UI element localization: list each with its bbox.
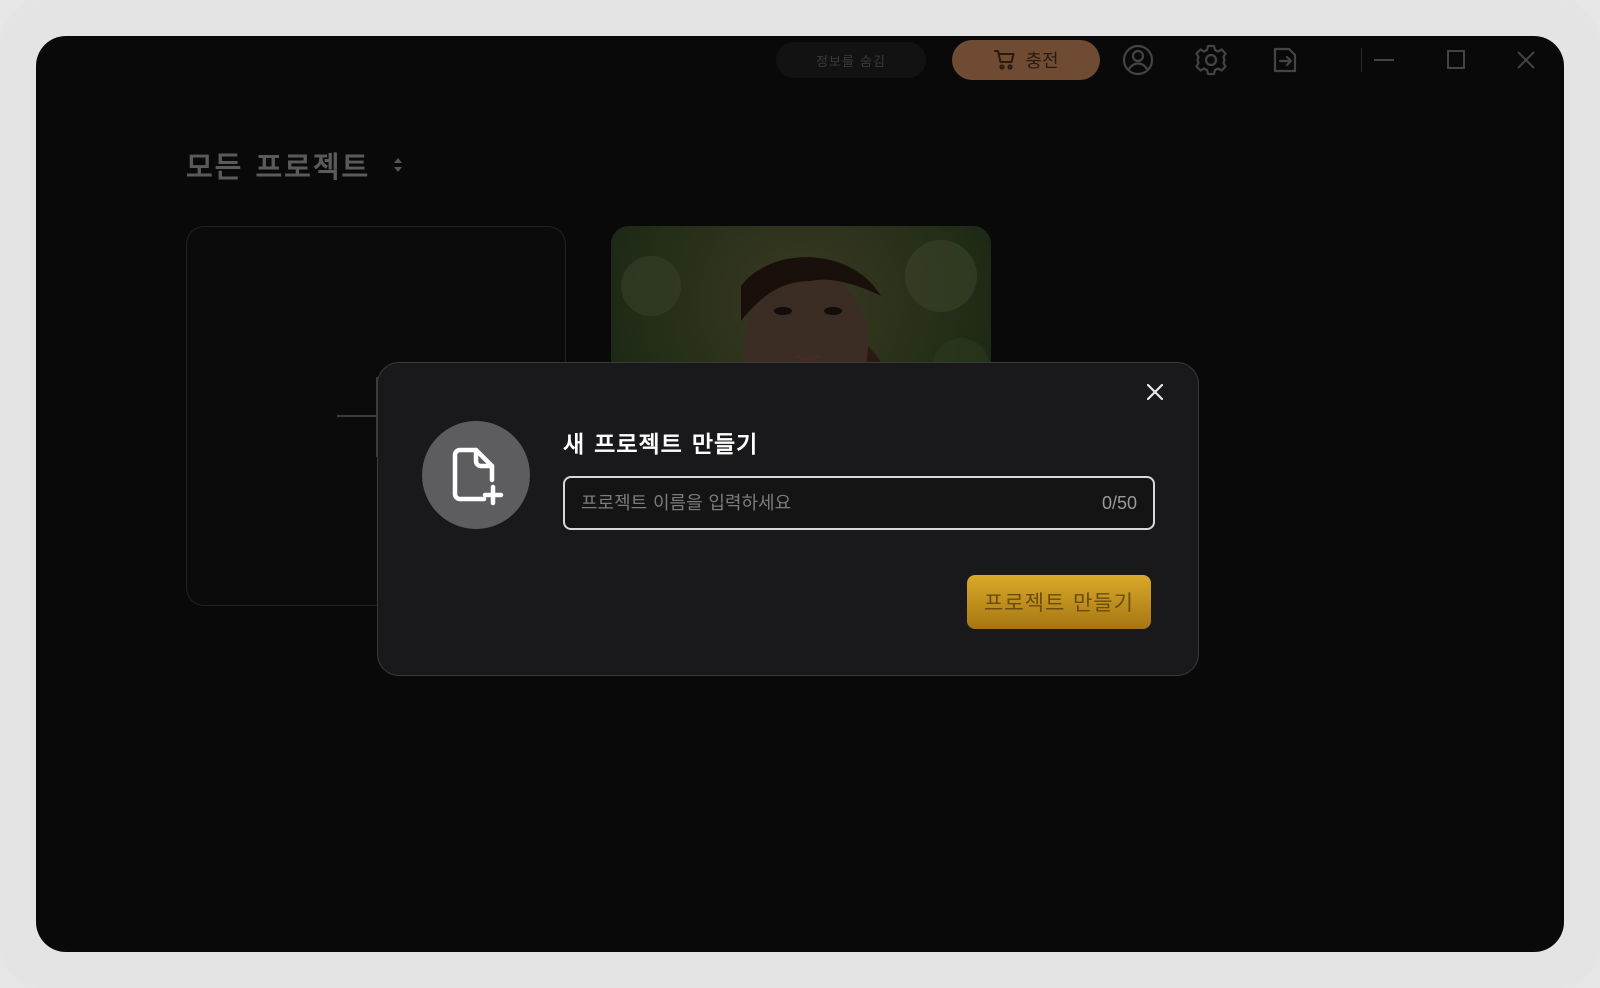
new-file-icon (452, 447, 504, 506)
all-projects-sort[interactable]: 모든 프로젝트 (186, 144, 404, 186)
app-window: 정보를 숨김 충전 모든 프로젝트 새 프로젝트 만들기 프로젝트 이름을 입력… (36, 36, 1564, 952)
create-project-button[interactable]: 프로젝트 만들기 (967, 575, 1151, 629)
new-file-badge (422, 421, 530, 529)
dialog-close-button[interactable] (1140, 377, 1170, 407)
dialog-title: 새 프로젝트 만들기 (563, 432, 759, 458)
settings-button[interactable] (1193, 42, 1229, 78)
account-icon (1122, 44, 1154, 76)
charge-button[interactable]: 충전 (952, 40, 1100, 80)
maximize-icon (1447, 50, 1465, 69)
close-icon (1517, 51, 1535, 69)
minimize-button[interactable] (1366, 42, 1402, 78)
logout-button[interactable] (1267, 42, 1303, 78)
sort-icon (394, 158, 403, 172)
close-icon (1146, 383, 1164, 401)
minimize-icon (1374, 59, 1394, 61)
project-name-field[interactable]: 0/50 (563, 476, 1155, 530)
account-button[interactable] (1120, 42, 1156, 78)
project-name-input[interactable] (581, 492, 1102, 514)
blurred-account-info: 정보를 숨김 (776, 42, 926, 78)
logout-icon (1273, 47, 1297, 73)
create-project-dialog: 새 프로젝트 만들기 0/50 프로젝트 만들기 (377, 362, 1199, 676)
maximize-button[interactable] (1438, 42, 1474, 78)
charge-label: 충전 (1025, 51, 1059, 72)
titlebar-divider (1361, 48, 1362, 72)
cart-icon (994, 50, 1015, 70)
title-bar: 정보를 숨김 충전 (36, 36, 1564, 96)
close-window-button[interactable] (1508, 42, 1544, 78)
settings-icon (1195, 44, 1227, 76)
device-frame: 정보를 숨김 충전 모든 프로젝트 새 프로젝트 만들기 프로젝트 이름을 입력… (0, 0, 1600, 988)
page-title: 모든 프로젝트 (186, 150, 371, 184)
char-counter: 0/50 (1101, 492, 1137, 513)
